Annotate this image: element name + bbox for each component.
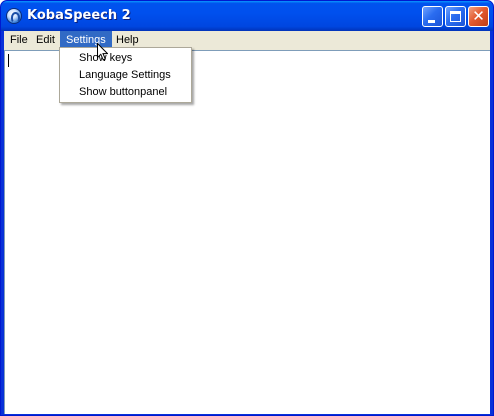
settings-dropdown-menu: Show keys Language Settings Show buttonp… [59,47,192,103]
menu-item-show-keys[interactable]: Show keys [61,50,190,67]
close-icon: ✕ [472,7,485,25]
text-editor[interactable] [4,50,490,414]
maximize-icon [450,11,461,22]
title-bar[interactable]: KobaSpeech 2 ✕ [1,1,493,31]
window-title: KobaSpeech 2 [27,8,131,23]
menu-edit[interactable]: Edit [30,31,61,49]
menu-item-show-buttonpanel[interactable]: Show buttonpanel [61,84,190,101]
minimize-button[interactable] [422,6,443,27]
kobaspeech-app-icon[interactable] [6,8,22,24]
minimize-icon [428,20,435,23]
text-caret [8,54,9,67]
menu-item-language-settings[interactable]: Language Settings [61,67,190,84]
close-button[interactable]: ✕ [468,6,489,27]
mouse-pointer-icon [97,43,108,61]
maximize-button[interactable] [445,6,466,27]
